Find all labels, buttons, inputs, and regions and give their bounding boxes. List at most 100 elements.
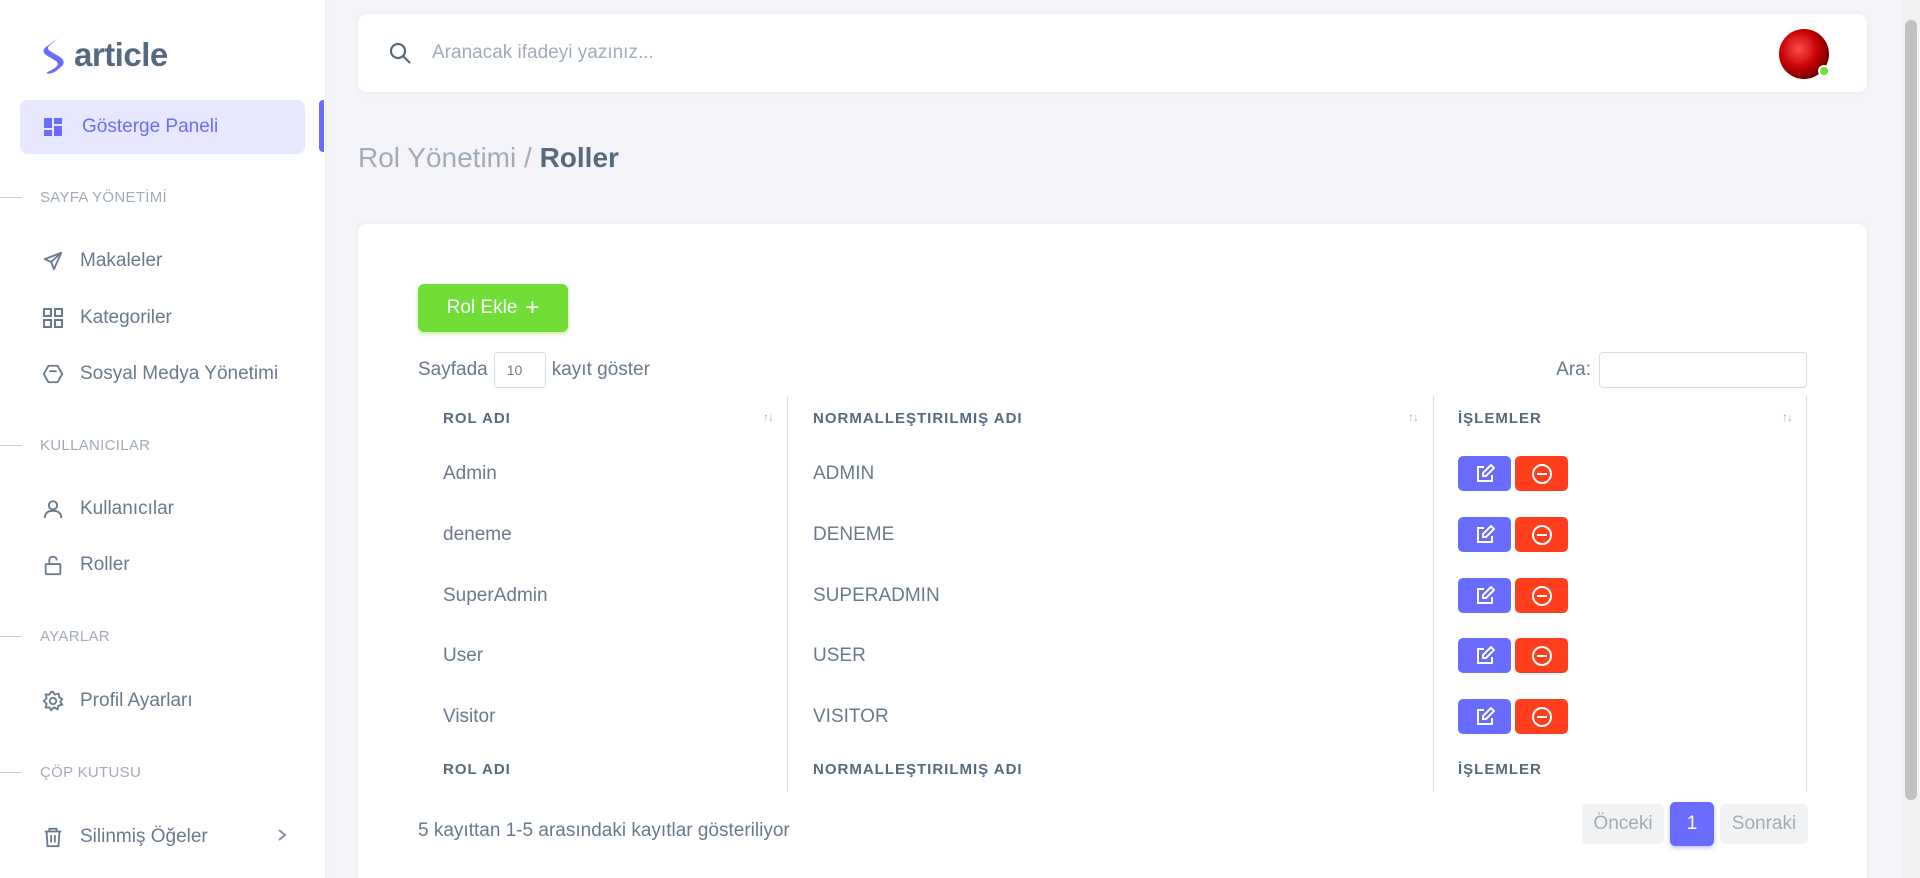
normalized-name-cell: ADMIN bbox=[813, 463, 875, 484]
sidebar-item-articles[interactable]: Makaleler bbox=[42, 250, 162, 272]
column-divider bbox=[787, 396, 788, 792]
delete-button[interactable] bbox=[1515, 517, 1568, 552]
sidebar-item-label: Sosyal Medya Yönetimi bbox=[80, 363, 279, 384]
edit-icon bbox=[1476, 524, 1495, 543]
sidebar-item-users[interactable]: Kullanıcılar bbox=[42, 498, 174, 520]
chevron-right-icon bbox=[276, 826, 288, 848]
page-length-control: Sayfada 10 kayıt göster bbox=[418, 352, 650, 388]
menu-header-page-management: SAYFA YÖNETİMİ bbox=[0, 189, 167, 206]
search-input[interactable] bbox=[432, 42, 1032, 64]
sidebar-item-label: Roller bbox=[80, 554, 130, 575]
sidebar-item-social-media[interactable]: Sosyal Medya Yönetimi bbox=[42, 363, 278, 385]
role-name-cell: SuperAdmin bbox=[443, 585, 548, 606]
role-name-cell: Admin bbox=[443, 463, 497, 484]
edit-icon bbox=[1476, 585, 1495, 604]
delete-button[interactable] bbox=[1515, 699, 1568, 734]
add-role-button[interactable]: Rol Ekle + bbox=[418, 284, 568, 332]
page-scrollbar[interactable] bbox=[1902, 0, 1920, 878]
table-search-input[interactable] bbox=[1599, 352, 1807, 388]
brand-logo-icon bbox=[43, 38, 64, 74]
online-status-dot bbox=[1818, 65, 1830, 77]
footer-header-actions: İŞLEMLER bbox=[1458, 761, 1542, 778]
minus-circle-icon bbox=[1531, 645, 1552, 666]
minus-circle-icon bbox=[1531, 463, 1552, 484]
user-icon bbox=[42, 498, 64, 520]
sort-icon[interactable]: ↑↓ bbox=[763, 410, 774, 424]
edit-button[interactable] bbox=[1458, 456, 1511, 491]
avatar[interactable] bbox=[1779, 29, 1830, 79]
scrollbar-thumb[interactable] bbox=[1905, 20, 1917, 800]
lock-icon bbox=[42, 554, 64, 576]
normalized-name-cell: USER bbox=[813, 645, 866, 666]
active-indicator bbox=[319, 100, 324, 152]
sidebar-item-label: Makaleler bbox=[80, 250, 163, 271]
sidebar: article Gösterge Paneli SAYFA YÖNETİMİ M… bbox=[0, 0, 325, 878]
plus-icon: + bbox=[525, 294, 540, 321]
sidebar-item-roles[interactable]: Roller bbox=[42, 554, 130, 576]
delete-button[interactable] bbox=[1515, 638, 1568, 673]
sidebar-item-label: Silinmiş Öğeler bbox=[80, 826, 208, 847]
sidebar-item-profile-settings[interactable]: Profil Ayarları bbox=[42, 690, 193, 712]
menu-header-users: KULLANICILAR bbox=[0, 437, 150, 454]
table-info: 5 kayıttan 1-5 arasındaki kayıtlar göste… bbox=[418, 820, 790, 841]
sidebar-item-categories[interactable]: Kategoriler bbox=[42, 307, 172, 329]
edit-button[interactable] bbox=[1458, 638, 1511, 673]
delete-button[interactable] bbox=[1515, 456, 1568, 491]
page-title: Roller bbox=[539, 142, 619, 173]
gear-icon bbox=[42, 690, 64, 712]
pagination-page-1[interactable]: 1 bbox=[1670, 802, 1714, 846]
search-icon bbox=[388, 41, 412, 65]
menu-header-settings: AYARLAR bbox=[0, 628, 110, 645]
normalized-name-cell: VISITOR bbox=[813, 706, 889, 727]
dashboard-icon bbox=[42, 116, 64, 138]
role-name-cell: deneme bbox=[443, 524, 512, 545]
minus-circle-icon bbox=[1531, 524, 1552, 545]
edit-button[interactable] bbox=[1458, 699, 1511, 734]
minus-circle-icon bbox=[1531, 585, 1552, 606]
sidebar-item-label: Kategoriler bbox=[80, 307, 172, 328]
sort-icon[interactable]: ↑↓ bbox=[1782, 410, 1793, 424]
brand[interactable]: article bbox=[0, 0, 325, 110]
role-name-cell: Visitor bbox=[443, 706, 496, 727]
length-prefix: Sayfada bbox=[418, 359, 488, 380]
edit-icon bbox=[1476, 706, 1495, 725]
column-divider bbox=[1433, 396, 1434, 792]
breadcrumb-parent: Rol Yönetimi / bbox=[358, 142, 532, 173]
edit-icon bbox=[1476, 645, 1495, 664]
trash-icon bbox=[42, 826, 64, 848]
table-filter: Ara: bbox=[1556, 352, 1807, 388]
pagination-next[interactable]: Sonraki bbox=[1720, 804, 1808, 844]
delete-button[interactable] bbox=[1515, 578, 1568, 613]
edit-button[interactable] bbox=[1458, 517, 1511, 552]
pagination-previous[interactable]: Önceki bbox=[1582, 804, 1664, 844]
menu-header-trash: ÇÖP KUTUSU bbox=[0, 764, 141, 781]
page-length-select[interactable]: 10 bbox=[493, 352, 546, 388]
minus-circle-icon bbox=[1531, 706, 1552, 727]
breadcrumb: Rol Yönetimi / Roller bbox=[358, 142, 619, 174]
column-header-role-name[interactable]: ROL ADI bbox=[443, 410, 511, 427]
normalized-name-cell: SUPERADMIN bbox=[813, 585, 940, 606]
footer-header-normalized-name: NORMALLEŞTIRILMIŞ ADI bbox=[813, 761, 1023, 778]
roles-card: Rol Ekle + Sayfada 10 kayıt göster Ara: … bbox=[358, 224, 1867, 878]
grid-icon bbox=[42, 307, 64, 329]
brand-name: article bbox=[74, 36, 168, 73]
column-header-normalized-name[interactable]: NORMALLEŞTIRILMIŞ ADI bbox=[813, 410, 1023, 427]
sidebar-item-label: Kullanıcılar bbox=[80, 498, 174, 519]
add-role-label: Rol Ekle bbox=[446, 297, 518, 318]
sort-icon[interactable]: ↑↓ bbox=[1408, 410, 1419, 424]
edit-icon bbox=[1476, 463, 1495, 482]
navbar bbox=[358, 14, 1867, 92]
edit-button[interactable] bbox=[1458, 578, 1511, 613]
length-suffix: kayıt göster bbox=[551, 359, 650, 380]
sidebar-item-deleted-items[interactable]: Silinmiş Öğeler bbox=[42, 826, 292, 848]
hexagon-icon bbox=[42, 363, 64, 385]
sidebar-item-label: Profil Ayarları bbox=[80, 690, 193, 711]
column-header-actions[interactable]: İŞLEMLER bbox=[1458, 410, 1542, 427]
footer-header-role-name: ROL ADI bbox=[443, 761, 511, 778]
send-icon bbox=[42, 250, 64, 272]
sidebar-item-label: Gösterge Paneli bbox=[82, 116, 219, 137]
sidebar-item-dashboard[interactable]: Gösterge Paneli bbox=[20, 100, 305, 154]
role-name-cell: User bbox=[443, 645, 484, 666]
column-divider bbox=[1806, 396, 1807, 792]
filter-label: Ara: bbox=[1556, 359, 1591, 380]
